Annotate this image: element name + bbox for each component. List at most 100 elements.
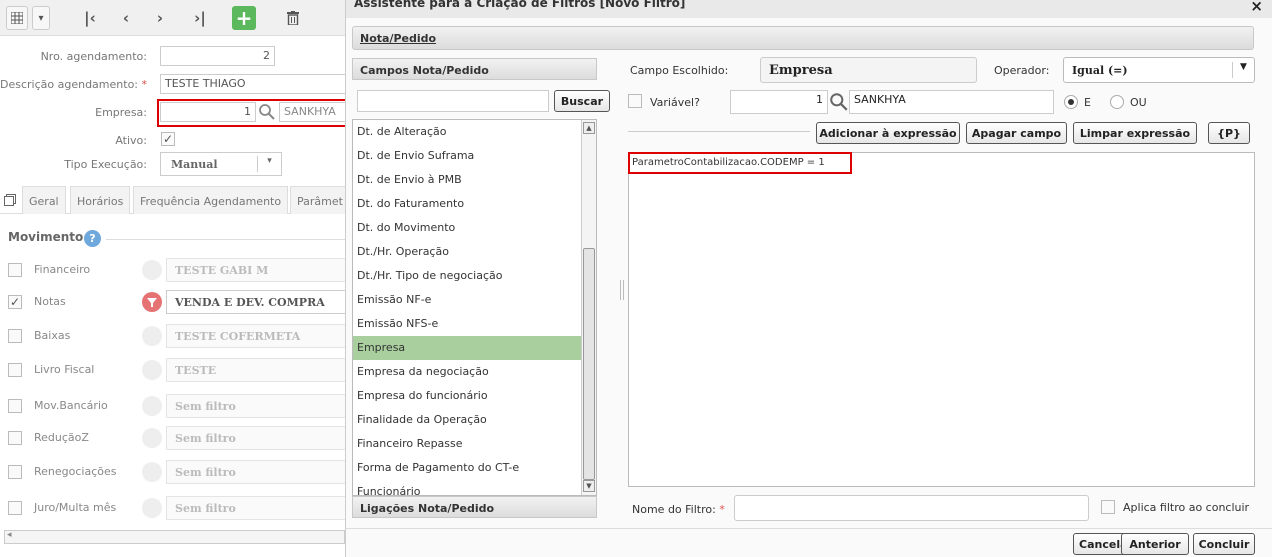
operador-select[interactable]: Igual (=) ▼ [1063, 57, 1255, 83]
mov-bancario-label: Mov.Bancário [34, 399, 108, 412]
list-item-selected[interactable]: Empresa [353, 336, 596, 360]
list-item[interactable]: Dt./Hr. Tipo de negociação [353, 264, 596, 288]
livro-fiscal-label: Livro Fiscal [34, 363, 95, 376]
reducaoz-label: ReduçãoZ [34, 431, 89, 444]
list-item[interactable]: Empresa do funcionário [353, 384, 596, 408]
renegociacoes-filter[interactable]: Sem filtro [166, 460, 346, 484]
tipo-select[interactable]: Manual ▾ [160, 152, 282, 176]
grid-view-icon[interactable] [6, 6, 28, 30]
list-item[interactable]: Emissão NFS-e [353, 312, 596, 336]
filter-icon[interactable] [142, 292, 162, 312]
variavel-checkbox[interactable] [628, 94, 642, 108]
search-icon[interactable] [829, 92, 849, 115]
financeiro-checkbox[interactable] [8, 263, 22, 277]
first-record-icon[interactable]: |‹ [80, 6, 100, 30]
baixas-filter[interactable]: TESTE COFERMETA [166, 324, 346, 348]
value-code-field[interactable]: 1 [730, 90, 828, 114]
last-record-icon[interactable]: ›| [190, 6, 210, 30]
list-item[interactable]: Dt. de Envio à PMB [353, 168, 596, 192]
help-icon[interactable]: ? [84, 230, 101, 247]
ativo-checkbox[interactable]: ✓ [161, 132, 175, 146]
list-item[interactable]: Dt. do Faturamento [353, 192, 596, 216]
juro-multa-filter[interactable]: Sem filtro [166, 496, 346, 520]
list-item[interactable]: Dt./Hr. Operação [353, 240, 596, 264]
scroll-down-icon[interactable]: ▼ [583, 480, 595, 492]
list-item[interactable]: Funcionário [353, 480, 596, 495]
juro-multa-checkbox[interactable] [8, 501, 22, 515]
filter-icon[interactable] [142, 326, 162, 346]
nro-label: Nro. agendamento: [40, 50, 147, 63]
fields-search-input[interactable] [357, 90, 549, 112]
list-item[interactable]: Financeiro Repasse [353, 432, 596, 456]
notas-filter[interactable]: VENDA E DEV. COMPRA [166, 290, 346, 314]
filter-icon[interactable] [142, 360, 162, 380]
list-item[interactable]: Empresa da negociação [353, 360, 596, 384]
list-scrollbar[interactable]: ▲ ▼ [581, 120, 596, 495]
add-record-button[interactable]: + [232, 6, 256, 30]
trash-icon[interactable] [284, 6, 302, 30]
divider [628, 131, 810, 132]
radio-ou[interactable] [1110, 95, 1124, 109]
filter-name-input[interactable] [734, 495, 1089, 521]
list-item[interactable]: Dt. de Alteração [353, 120, 596, 144]
mov-bancario-filter[interactable]: Sem filtro [166, 394, 346, 418]
desc-label: Descrição agendamento: * [0, 78, 147, 91]
parameter-button[interactable]: {P} [1208, 122, 1250, 144]
aplica-checkbox[interactable] [1101, 500, 1115, 514]
tab-geral[interactable]: Geral [22, 186, 66, 214]
renegociacoes-checkbox[interactable] [8, 465, 22, 479]
livro-fiscal-checkbox[interactable] [8, 363, 22, 377]
radio-e[interactable] [1064, 95, 1078, 109]
nro-field[interactable]: 2 [160, 46, 275, 66]
expression-highlight [628, 152, 852, 174]
close-icon[interactable]: × [1250, 0, 1263, 15]
juro-multa-label: Juro/Multa mês [34, 501, 117, 514]
search-button[interactable]: Buscar [554, 90, 610, 112]
scroll-left-icon[interactable]: ◂ [7, 530, 12, 540]
tab-parametros[interactable]: Parâmet [290, 186, 350, 214]
livro-fiscal-filter[interactable]: TESTE [166, 358, 346, 382]
list-item[interactable]: Emissão NF-e [353, 288, 596, 312]
movimento-row-juro-multa: Juro/Multa mês Sem filtro [8, 496, 346, 520]
add-expression-button[interactable]: Adicionar à expressão [816, 122, 960, 144]
tab-horarios[interactable]: Horários [70, 186, 131, 214]
movimento-row-reducaoz: ReduçãoZ Sem filtro [8, 426, 346, 450]
baixas-checkbox[interactable] [8, 329, 22, 343]
scroll-up-icon[interactable]: ▲ [583, 122, 595, 134]
previous-record-icon[interactable]: ‹ [116, 6, 136, 30]
list-item[interactable]: Finalidade da Operação [353, 408, 596, 432]
movimento-row-mov-bancario: Mov.Bancário Sem filtro [8, 394, 346, 418]
filter-wizard-dialog: Assistente para a Criação de Filtros [No… [345, 0, 1272, 557]
filter-icon[interactable] [142, 428, 162, 448]
mov-bancario-checkbox[interactable] [8, 399, 22, 413]
window-icon[interactable] [4, 194, 16, 209]
list-item[interactable]: Dt. de Envio Suframa [353, 144, 596, 168]
delete-field-button[interactable]: Apagar campo [966, 122, 1067, 144]
scroll-thumb[interactable] [583, 248, 595, 480]
reducaoz-checkbox[interactable] [8, 431, 22, 445]
chevron-down-icon[interactable]: ▾ [32, 6, 50, 30]
splitter-handle[interactable] [620, 280, 624, 300]
tab-frequencia[interactable]: Frequência Agendamento [133, 186, 289, 214]
fields-list: Dt. de Alteração Dt. de Envio Suframa Dt… [352, 119, 597, 496]
financeiro-label: Financeiro [34, 263, 91, 276]
previous-button[interactable]: Anterior [1121, 533, 1189, 555]
filter-icon[interactable] [142, 260, 162, 280]
radio-ou-label: OU [1130, 96, 1147, 109]
list-item[interactable]: Forma de Pagamento do CT-e [353, 456, 596, 480]
notas-checkbox[interactable]: ✓ [8, 295, 22, 309]
filter-icon[interactable] [142, 396, 162, 416]
reducaoz-filter[interactable]: Sem filtro [166, 426, 346, 450]
financeiro-filter[interactable]: TESTE GABI M [166, 258, 346, 282]
horizontal-scrollbar[interactable]: ◂ [4, 530, 345, 544]
finish-button[interactable]: Concluir [1193, 533, 1255, 555]
expression-editor[interactable]: ParametroContabilizacao.CODEMP = 1 [628, 152, 1255, 487]
chevron-down-icon: ▾ [257, 156, 281, 172]
clear-expression-button[interactable]: Limpar expressão [1073, 122, 1197, 144]
desc-field[interactable]: TESTE THIAGO [160, 74, 345, 94]
next-record-icon[interactable]: › [150, 6, 170, 30]
list-item[interactable]: Dt. do Movimento [353, 216, 596, 240]
empresa-label: Empresa: [95, 106, 147, 119]
filter-icon[interactable] [142, 498, 162, 518]
filter-icon[interactable] [142, 462, 162, 482]
